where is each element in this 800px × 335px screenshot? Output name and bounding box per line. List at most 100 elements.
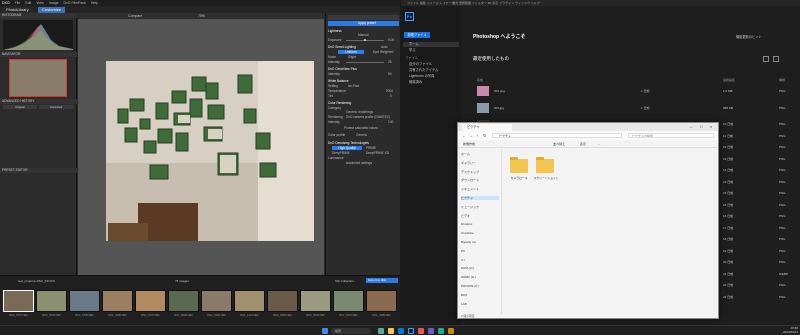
navigator-preview[interactable] xyxy=(9,59,67,97)
start-icon[interactable] xyxy=(322,328,328,334)
film-thumb[interactable] xyxy=(69,290,100,312)
image-viewer[interactable]: Compare 75% xyxy=(78,13,324,275)
nav-item[interactable]: PRIVATE (F:) xyxy=(461,284,499,288)
cr-intensity-value[interactable]: 100 xyxy=(388,120,399,124)
recent-name-2[interactable]: 004.jpg xyxy=(494,106,504,110)
menu-view[interactable]: View xyxy=(36,1,44,5)
explorer-icon[interactable] xyxy=(388,328,394,334)
grid-view-icon[interactable] xyxy=(763,56,769,62)
menu-file[interactable]: File xyxy=(15,1,21,5)
zoom-value[interactable]: 75% xyxy=(198,14,205,18)
high-quality-option[interactable]: High Quality xyxy=(332,146,362,150)
new-file-button[interactable]: 新規ファイル xyxy=(404,32,430,38)
nav-item[interactable]: OneDrive xyxy=(461,231,499,235)
intensity-value[interactable]: 25 xyxy=(388,60,399,64)
recent-thumb-1[interactable] xyxy=(477,86,489,96)
menu-edit[interactable]: Edit xyxy=(25,1,31,5)
folder-icon[interactable] xyxy=(510,157,528,173)
list-view-icon[interactable] xyxy=(773,56,779,62)
rendering-dropdown[interactable]: DxO camera profile (RAWTEC) xyxy=(346,115,396,119)
menu-help[interactable]: Help xyxy=(91,1,98,5)
nav-item[interactable]: LAB xyxy=(461,302,499,306)
film-thumb[interactable] xyxy=(234,290,265,312)
nav-shared[interactable]: 共有されたアイテム xyxy=(403,68,459,73)
search-input[interactable] xyxy=(328,15,399,20)
taskbar-search[interactable]: 検索 xyxy=(331,328,371,334)
ps-menu[interactable]: ファイル 編集 イメージ レイヤー 書式 選択範囲 フィルター 3D 表示 プラ… xyxy=(407,1,540,5)
film-thumb[interactable] xyxy=(201,290,232,312)
back-icon[interactable]: ← xyxy=(462,133,466,138)
color-rendering-header[interactable]: Color Rendering xyxy=(328,101,399,105)
col-date-header[interactable]: 最終編集 xyxy=(723,78,735,82)
mode-dropdown[interactable]: Slight xyxy=(348,55,378,59)
nav-learn[interactable]: 学ぶ xyxy=(403,48,459,53)
nav-your-files[interactable]: 自分のファイル xyxy=(403,62,459,67)
film-thumb[interactable] xyxy=(267,290,298,312)
folder-icon[interactable] xyxy=(536,157,554,173)
clock-date[interactable]: 2024/03/21 xyxy=(766,330,798,334)
nav-item[interactable]: PC xyxy=(461,249,499,253)
whats-new-link[interactable]: 機能更新のヒント xyxy=(736,34,762,39)
prime-option[interactable]: PRIME xyxy=(366,146,396,150)
new-button[interactable]: 新規作成 xyxy=(463,142,475,146)
nav-item[interactable]: Dropbox xyxy=(461,222,499,226)
nav-deleted[interactable]: 削除済み xyxy=(403,80,459,85)
app-icon[interactable] xyxy=(438,328,444,334)
nav-item[interactable]: ミュージック xyxy=(461,205,499,209)
tint-value[interactable]: 0 xyxy=(390,94,399,98)
dxo-icon[interactable] xyxy=(418,328,424,334)
maximize-icon[interactable]: □ xyxy=(700,124,702,129)
menu-image[interactable]: Image xyxy=(49,1,59,5)
nav-item[interactable]: ホーム xyxy=(461,152,499,156)
col-name-header[interactable]: 名前 xyxy=(477,78,483,82)
refresh-icon[interactable]: ↻ xyxy=(483,133,486,138)
film-thumb[interactable] xyxy=(168,290,199,312)
compare-button[interactable]: Compare xyxy=(128,14,142,18)
uniform-button[interactable]: Uniform xyxy=(338,50,364,54)
filmstrip-path[interactable]: test_project ▸ DSC_STOCK xyxy=(18,279,55,283)
wb-setting-dropdown[interactable]: As Shot xyxy=(348,84,378,88)
nav-item[interactable]: ドキュメント xyxy=(461,187,499,191)
color-profile-dropdown[interactable]: Generic xyxy=(356,133,386,137)
navigator-header[interactable]: NAVIGATOR xyxy=(0,52,77,57)
project-label[interactable]: Tab Collection xyxy=(335,279,354,283)
apply-preset-button[interactable]: Apply preset xyxy=(328,21,399,26)
white-balance-header[interactable]: White Balance xyxy=(328,79,399,83)
advanced-settings-button[interactable]: Advanced settings xyxy=(346,161,386,165)
intensity-slider[interactable] xyxy=(346,62,384,63)
nav-item[interactable]: C:\ xyxy=(461,258,499,262)
nav-item[interactable]: デスクトップ xyxy=(461,170,499,174)
preset-editor-header[interactable]: PRESET EDITOR xyxy=(0,168,77,173)
app-icon[interactable] xyxy=(448,328,454,334)
nav-item[interactable]: ピクチャ xyxy=(461,196,499,200)
manual-dropdown[interactable]: Manual xyxy=(328,33,399,37)
deepprime-option[interactable]: DeepPRIME xyxy=(332,151,362,155)
recent-name-1[interactable]: 003.png xyxy=(494,89,505,93)
film-thumb[interactable] xyxy=(3,290,34,312)
nav-item[interactable]: DATA (D:) xyxy=(461,266,499,270)
film-thumb[interactable] xyxy=(36,290,67,312)
sort-button[interactable]: 並べ替え xyxy=(553,142,565,146)
nav-item[interactable]: ビデオ xyxy=(461,214,499,218)
denoising-header[interactable]: DxO Denoising Technologies xyxy=(328,141,399,145)
view-button[interactable]: 表示 xyxy=(580,142,586,146)
clearview-intensity-value[interactable]: 50 xyxy=(388,72,399,76)
close-icon[interactable]: × xyxy=(710,124,712,129)
nav-item[interactable]: BOX xyxy=(461,293,499,297)
up-icon[interactable]: ↑ xyxy=(476,133,478,138)
recent-thumb-2[interactable] xyxy=(477,103,489,113)
nav-lightroom[interactable]: Lightroom の写真 xyxy=(403,74,459,79)
nav-item[interactable]: Bsparty Inc xyxy=(461,240,499,244)
address-bar[interactable]: ピクチャ xyxy=(492,133,622,138)
original-button[interactable]: Original xyxy=(3,105,37,109)
nav-item[interactable]: ギャラリー xyxy=(461,161,499,165)
nav-home[interactable]: ホーム xyxy=(403,42,459,47)
col-type-header[interactable]: 種類 xyxy=(779,78,785,82)
nav-item[interactable]: ダウンロード xyxy=(461,178,499,182)
smart-lighting-auto[interactable]: Auto xyxy=(381,45,391,49)
exposure-knob[interactable] xyxy=(364,39,366,41)
export-to-disk-button[interactable]: Export to disk xyxy=(366,278,398,283)
clearview-header[interactable]: DxO ClearView Plus xyxy=(328,67,399,71)
temperature-value[interactable]: 5000 xyxy=(386,89,399,93)
film-thumb[interactable] xyxy=(366,290,397,312)
